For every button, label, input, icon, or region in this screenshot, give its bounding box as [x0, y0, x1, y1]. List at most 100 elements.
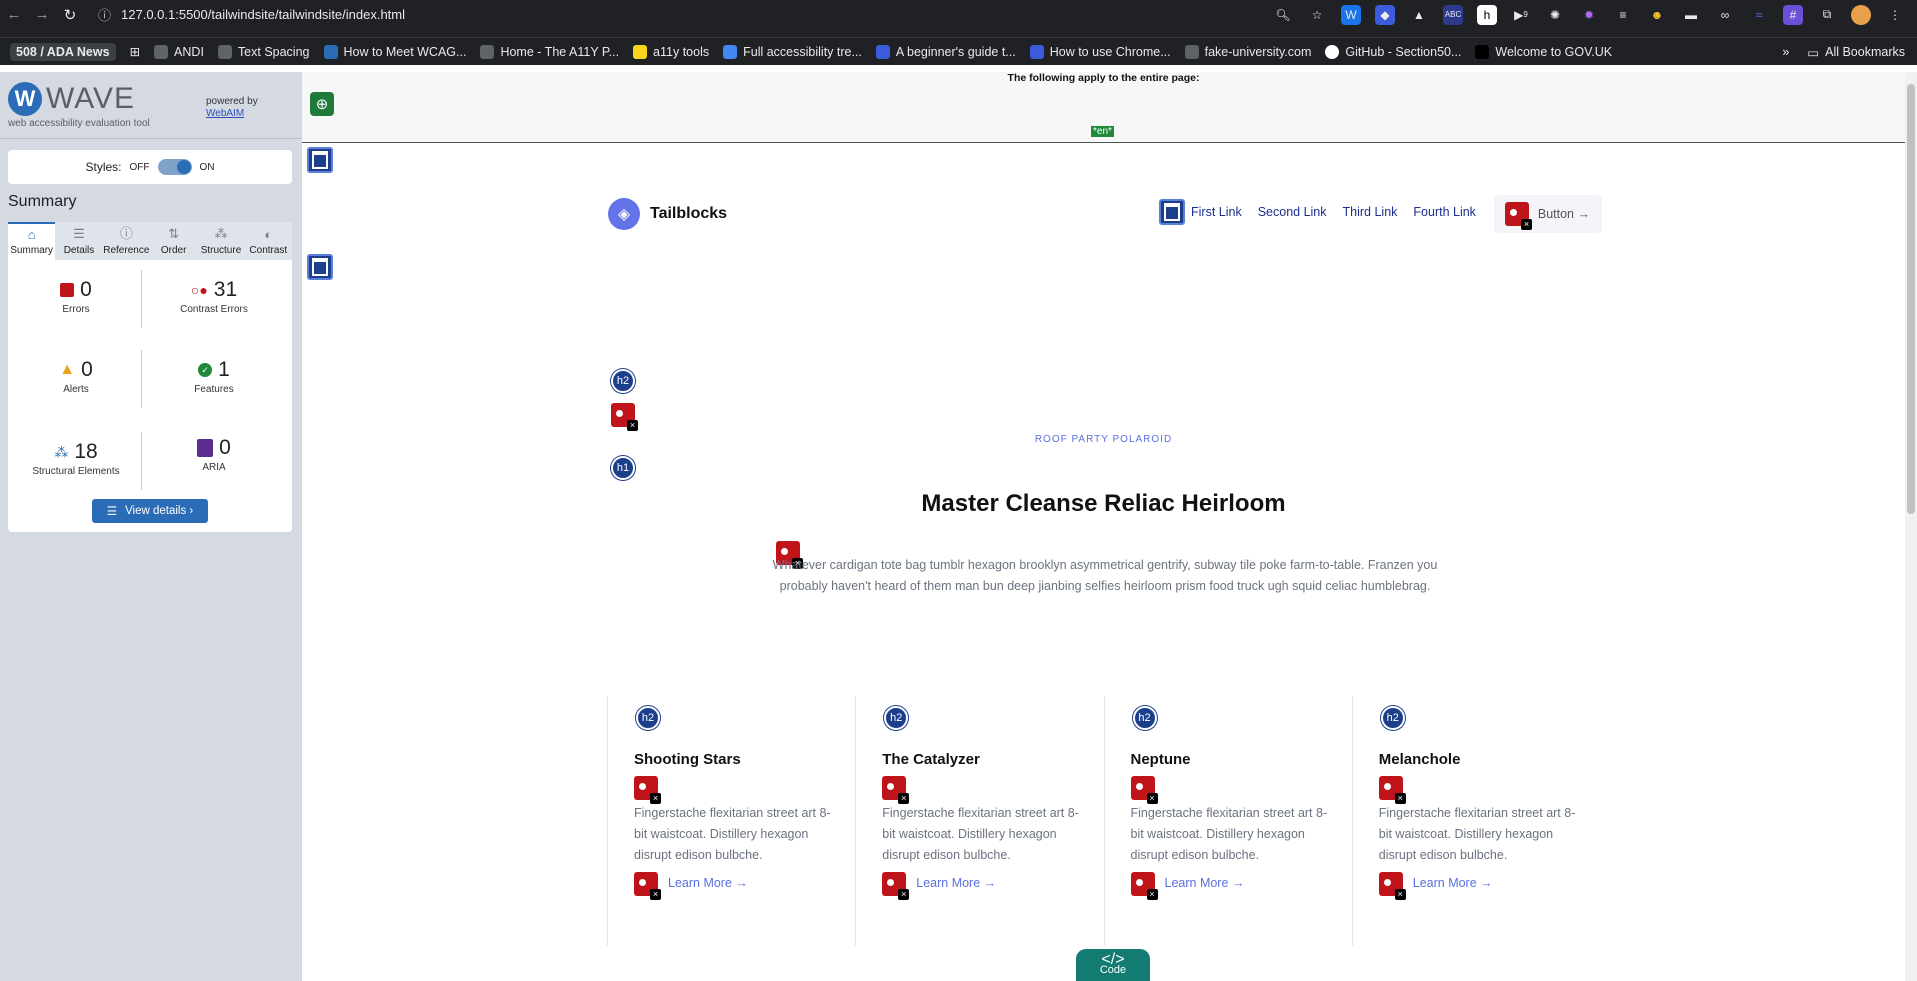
wave-extension-icon[interactable]: W: [1341, 4, 1361, 25]
bookmark-wcag[interactable]: How to Meet WCAG...: [323, 44, 466, 59]
contrast-count: 31: [213, 278, 238, 301]
site-brand[interactable]: ◈ Tailblocks: [608, 198, 727, 230]
triangle-extension-icon[interactable]: ▲: [1409, 5, 1429, 25]
apps-grid-icon[interactable]: ⊞: [130, 44, 140, 59]
gear-extension-icon[interactable]: ✹: [1579, 5, 1599, 25]
features-stat[interactable]: ✓ 1 Features: [154, 358, 274, 395]
site-info-icon[interactable]: ⓘ: [98, 5, 111, 24]
styles-off-label: OFF: [129, 161, 150, 173]
contrast-error-icon[interactable]: [882, 872, 910, 900]
view-details-button[interactable]: ☰ View details ›: [92, 499, 208, 523]
contrast-error-icon[interactable]: [1130, 776, 1158, 804]
reload-icon[interactable]: ↻: [56, 0, 84, 29]
nav-link-third[interactable]: Third Link: [1343, 205, 1398, 219]
code-toggle-button[interactable]: </> Code: [1076, 949, 1150, 981]
learn-more-link[interactable]: Learn More →: [668, 876, 748, 890]
chevron-more-icon[interactable]: »: [1782, 45, 1789, 59]
bookmark-star-icon[interactable]: ☆: [1307, 5, 1327, 25]
styles-toggle-box: Styles: OFF ON: [8, 150, 292, 184]
shield-extension-icon[interactable]: ◆: [1375, 4, 1395, 25]
h2-badge-icon[interactable]: h2: [611, 369, 635, 393]
h2-badge-icon[interactable]: h2: [1132, 706, 1157, 730]
globe-icon: [154, 44, 169, 59]
profile-avatar[interactable]: [1851, 4, 1871, 25]
h2-badge-icon[interactable]: h2: [884, 706, 909, 730]
bookmark-chrome-howto[interactable]: How to use Chrome...: [1029, 44, 1171, 59]
tab-details[interactable]: ☰ Details: [55, 222, 102, 260]
tab-order[interactable]: ⇅ Order: [150, 222, 197, 260]
learn-more-link[interactable]: Learn More →: [1165, 876, 1245, 890]
h2-badge-icon[interactable]: h2: [636, 706, 660, 730]
glasses-extension-icon[interactable]: ∞: [1715, 5, 1735, 25]
arc-extension-icon[interactable]: ABC: [1443, 4, 1463, 25]
bookmark-508[interactable]: 508 / ADA News: [10, 42, 116, 61]
learn-more-link[interactable]: Learn More →: [1413, 876, 1493, 890]
header-region-icon[interactable]: [307, 147, 333, 173]
tab-structure[interactable]: ⁂ Structure: [197, 222, 244, 260]
contrast-error-icon[interactable]: [882, 776, 910, 804]
tab-label: Contrast: [249, 245, 288, 256]
url-text[interactable]: 127.0.0.1:5500/tailwindsite/tailwindsite…: [121, 7, 405, 22]
h1-badge-icon[interactable]: h1: [611, 456, 635, 480]
menu-kebab-icon[interactable]: ⋮: [1885, 5, 1905, 25]
contrast-error-icon[interactable]: [1130, 872, 1158, 900]
bookmark-andi[interactable]: ANDI: [154, 44, 204, 59]
tab-summary[interactable]: ⌂ Summary: [8, 222, 56, 260]
wave-lines-extension-icon[interactable]: ≈: [1749, 5, 1769, 25]
learn-more-link[interactable]: Learn More →: [916, 876, 996, 890]
h-extension-icon[interactable]: h: [1477, 4, 1497, 25]
main-region-icon[interactable]: [307, 254, 333, 280]
nav-link-fourth[interactable]: Fourth Link: [1413, 205, 1476, 219]
contrast-error-icon[interactable]: [634, 776, 661, 804]
grid-extension-icon[interactable]: #: [1783, 4, 1803, 25]
webaim-link[interactable]: WebAIM: [206, 108, 244, 119]
forward-icon[interactable]: →: [28, 0, 56, 29]
nav-region-icon[interactable]: [1159, 199, 1185, 225]
contrast-error-icon[interactable]: [1505, 202, 1532, 230]
page-scrollbar[interactable]: [1905, 72, 1917, 981]
back-icon[interactable]: ←: [0, 0, 28, 29]
structural-stat[interactable]: ⁂ 18 Structural Elements: [16, 440, 136, 477]
bookmark-a11y-project[interactable]: Home - The A11Y P...: [480, 44, 619, 59]
summary-panel: 0 Errors ○● 31 Contrast Errors ▲ 0 Alerts …: [8, 260, 292, 532]
address-bar[interactable]: ⓘ 127.0.0.1:5500/tailwindsite/tailwindsi…: [98, 5, 405, 24]
aria-stat[interactable]: 0 ARIA: [154, 436, 274, 473]
wave-divider: [0, 138, 302, 139]
zoom-icon[interactable]: 🔍︎: [1273, 5, 1293, 25]
contrast-stat[interactable]: ○● 31 Contrast Errors: [154, 278, 274, 315]
bookmark-a11y-tools[interactable]: a11y tools: [633, 44, 709, 59]
hat-extension-icon[interactable]: ▬: [1681, 5, 1701, 25]
card-melanchole: h2 Melanchole Fingerstache flexitarian s…: [1351, 696, 1600, 946]
styles-toggle[interactable]: [157, 159, 192, 175]
bookmark-github[interactable]: GitHub - Section50...: [1325, 44, 1461, 59]
nav-link-second[interactable]: Second Link: [1258, 205, 1327, 219]
contrast-error-icon[interactable]: [1378, 872, 1406, 900]
bookmark-beginners-guide[interactable]: A beginner's guide t...: [875, 44, 1016, 59]
tab-reference[interactable]: ⓘ Reference: [103, 222, 150, 260]
stat-divider: [141, 432, 142, 490]
alerts-stat[interactable]: ▲ 0 Alerts: [16, 358, 136, 395]
smile-extension-icon[interactable]: ☻: [1647, 5, 1667, 25]
puzzle-extensions-icon[interactable]: ⧉: [1817, 5, 1837, 25]
contrast-error-icon[interactable]: [634, 872, 661, 900]
nav-link-first[interactable]: First Link: [1191, 205, 1242, 219]
bookmark-gov-uk[interactable]: Welcome to GOV.UK: [1475, 44, 1612, 59]
contrast-error-icon[interactable]: [1378, 776, 1406, 804]
openai-extension-icon[interactable]: ✺: [1545, 5, 1565, 25]
bookmark-fake-university[interactable]: fake-university.com: [1184, 44, 1311, 59]
all-bookmarks-button[interactable]: ▭ All Bookmarks: [1807, 45, 1905, 60]
play-extension-icon[interactable]: ▶ 9: [1511, 5, 1531, 25]
tab-contrast[interactable]: ◐ Contrast: [245, 222, 292, 260]
scrollbar-thumb[interactable]: [1907, 84, 1915, 514]
w3c-icon: [323, 44, 338, 59]
bookmark-full-tree[interactable]: Full accessibility tre...: [723, 44, 862, 59]
contrast-error-icon[interactable]: [611, 403, 638, 431]
language-tag[interactable]: *en*: [1091, 126, 1114, 137]
stylus-extension-icon[interactable]: ≡: [1613, 5, 1633, 25]
errors-stat[interactable]: 0 Errors: [16, 278, 136, 315]
h2-badge-icon[interactable]: h2: [1380, 706, 1405, 730]
page-level-bar: The following apply to the entire page: …: [302, 72, 1905, 143]
language-globe-icon[interactable]: ⊕: [310, 92, 334, 116]
bookmark-text-spacing[interactable]: Text Spacing: [217, 44, 310, 59]
powered-by-label: powered by: [206, 96, 258, 107]
